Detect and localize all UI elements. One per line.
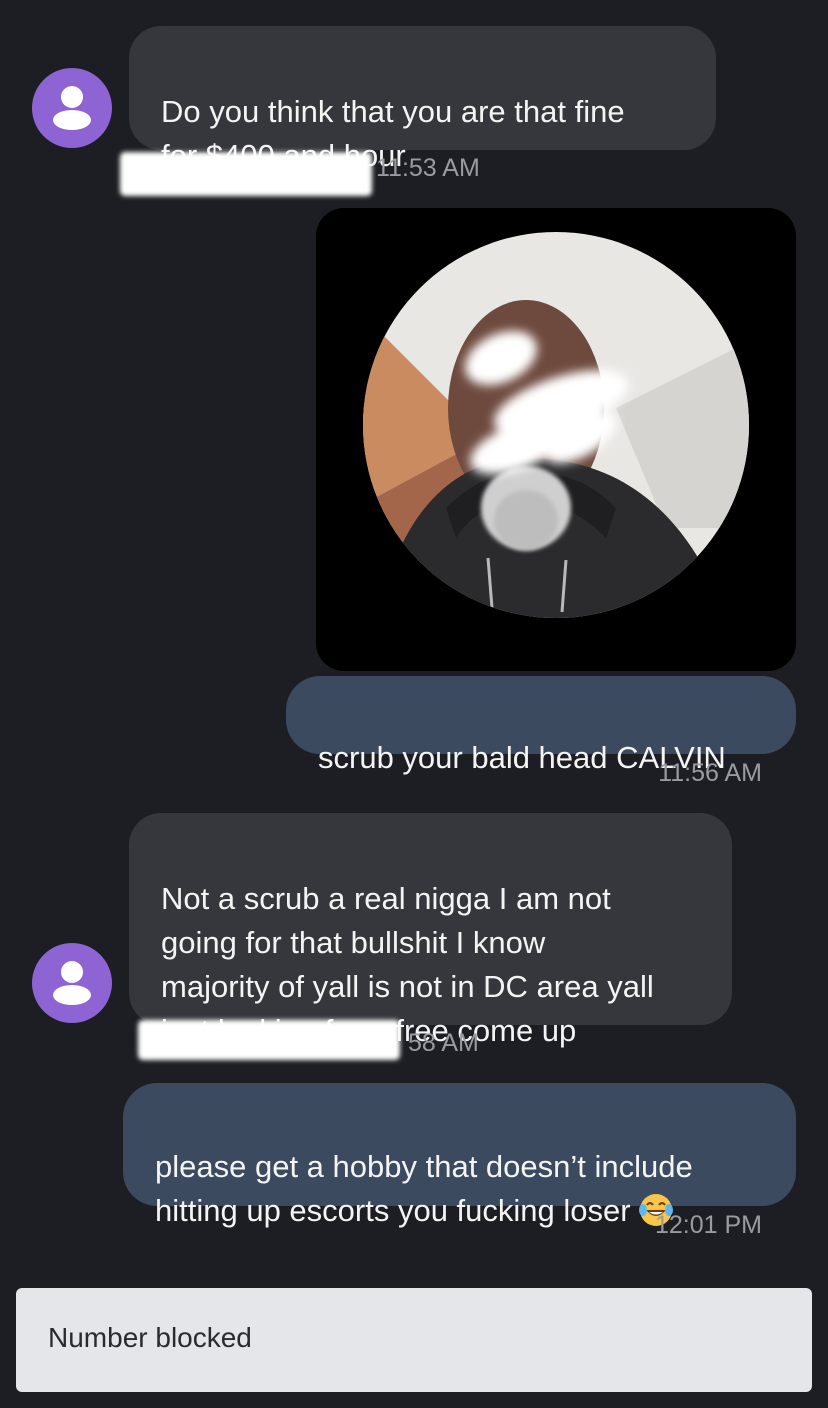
redacted-contact-name [138, 1020, 400, 1060]
blocked-status-text: Number blocked [48, 1322, 252, 1353]
message-timestamp: 58 AM [408, 1029, 479, 1057]
contact-avatar[interactable] [32, 943, 112, 1023]
selfie-photo [363, 232, 749, 618]
contact-avatar[interactable] [32, 68, 112, 148]
person-icon [53, 961, 91, 1005]
message-timestamp: 12:01 PM [654, 1211, 762, 1239]
redacted-contact-name [120, 152, 372, 196]
photo-attachment[interactable] [316, 208, 796, 671]
message-timestamp: 11:56 AM [658, 759, 762, 787]
number-blocked-banner: Number blocked [16, 1288, 812, 1392]
message-bubble-incoming[interactable]: Not a scrub a real nigga I am not going … [129, 813, 732, 1048]
message-timestamp: 11:53 AM [376, 154, 480, 182]
message-bubble-outgoing[interactable]: scrub your bald head CALVIN [286, 676, 796, 775]
message-bubble-outgoing[interactable]: please get a hobby that doesn’t include … [123, 1083, 796, 1228]
message-text: please get a hobby that doesn’t include … [155, 1149, 693, 1228]
person-icon [53, 86, 91, 130]
message-bubble-incoming[interactable]: Do you think that you are that fine for … [129, 26, 716, 173]
